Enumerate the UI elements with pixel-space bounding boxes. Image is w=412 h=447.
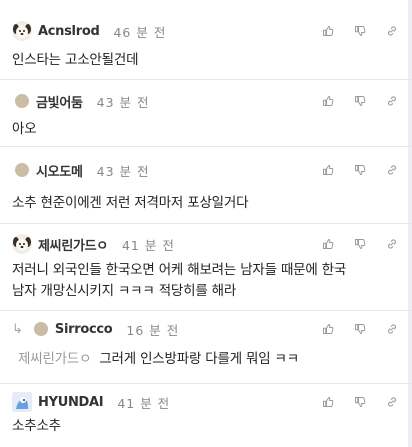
comment-nickname[interactable]: 시오도메 — [36, 161, 83, 180]
comment-time: 16 분 전 — [126, 322, 180, 338]
comment-text-line: 남자 개망신시키지 ㅋㅋㅋ 적당히를 해라 — [12, 283, 237, 299]
thumbs-up-icon[interactable] — [322, 396, 334, 408]
dot-avatar-icon[interactable] — [33, 322, 48, 336]
dot-avatar-icon[interactable] — [15, 94, 29, 108]
thumbs-down-icon[interactable] — [354, 95, 366, 107]
link-icon[interactable] — [386, 25, 398, 37]
link-icon[interactable] — [386, 164, 398, 176]
comment-nickname[interactable]: HYUNDAI — [38, 395, 104, 410]
comment-text: 제씨린가드ㅇ 그러게 인스방파랑 다를게 뭐임 ㅋㅋ — [18, 349, 396, 370]
thumbs-up-icon[interactable] — [322, 323, 334, 335]
thumbs-up-icon[interactable] — [322, 238, 334, 250]
comment-time: 43 분 전 — [96, 163, 150, 179]
comment-item: 시오도메 43 분 전 소추 현준이에겐 저런 저격마저 포상일거다 — [0, 147, 412, 224]
thumbs-down-icon[interactable] — [354, 323, 366, 335]
thumbs-up-icon[interactable] — [322, 95, 334, 107]
reply-item: ↳ Sirrocco 16 분 전 제씨린가드ㅇ 그러게 인스방파랑 다를게 뭐임… — [0, 311, 412, 384]
comment-item: 금빛어둠 43 분 전 아오 — [0, 80, 412, 147]
comment-item: HYUNDAI 41 분 전 소추소추 — [0, 384, 412, 447]
comment-time: 41 분 전 — [121, 237, 175, 253]
comment-actions — [322, 95, 398, 107]
dog-avatar-icon[interactable] — [12, 234, 32, 254]
comment-actions — [322, 396, 398, 408]
link-icon[interactable] — [386, 396, 398, 408]
thumbs-down-icon[interactable] — [354, 238, 366, 250]
thumbs-down-icon[interactable] — [354, 164, 366, 176]
link-icon[interactable] — [386, 323, 398, 335]
reply-mention[interactable]: 제씨린가드ㅇ — [18, 351, 92, 367]
comment-actions — [322, 238, 398, 250]
thumbs-up-icon[interactable] — [322, 164, 334, 176]
comment-nickname[interactable]: 제씨린가드ㅇ — [38, 235, 108, 254]
comment-item: Acnslrod 46 분 전 인스타는 고소안될건데 — [0, 0, 412, 80]
comment-time: 46 분 전 — [113, 24, 167, 40]
comment-item: 제씨린가드ㅇ 41 분 전 저러니 외국인들 한국오면 어케 해보려는 남자들 … — [0, 224, 412, 311]
comment-actions — [322, 164, 398, 176]
link-icon[interactable] — [386, 95, 398, 107]
dog-avatar-icon[interactable] — [12, 21, 32, 41]
reply-arrow-icon: ↳ — [12, 321, 23, 337]
comment-text: 인스타는 고소안될건데 — [12, 52, 139, 68]
link-icon[interactable] — [386, 238, 398, 250]
comment-actions — [322, 323, 398, 335]
comment-time: 43 분 전 — [96, 94, 150, 110]
dot-avatar-icon[interactable] — [15, 163, 29, 177]
hyundai-avatar-icon[interactable] — [12, 392, 32, 412]
comment-nickname[interactable]: 금빛어둠 — [36, 92, 83, 111]
comment-text: 소추소추 — [12, 418, 61, 434]
thumbs-down-icon[interactable] — [354, 25, 366, 37]
comment-actions — [322, 25, 398, 37]
comment-nickname[interactable]: Sirrocco — [55, 322, 113, 337]
comment-text: 소추 현준이에겐 저런 저격마저 포상일거다 — [12, 195, 249, 211]
comment-nickname[interactable]: Acnslrod — [38, 24, 100, 39]
comment-text-line: 저러니 외국인들 한국오면 어케 해보려는 남자들 때문에 한국 — [12, 262, 347, 278]
comment-time: 41 분 전 — [117, 395, 171, 411]
thumbs-down-icon[interactable] — [354, 396, 366, 408]
thumbs-up-icon[interactable] — [322, 25, 334, 37]
comment-text: 저러니 외국인들 한국오면 어케 해보려는 남자들 때문에 한국 남자 개망신시… — [12, 260, 396, 302]
comment-text: 아오 — [12, 121, 37, 137]
reply-text: 그러게 인스방파랑 다를게 뭐임 ㅋㅋ — [99, 351, 299, 367]
